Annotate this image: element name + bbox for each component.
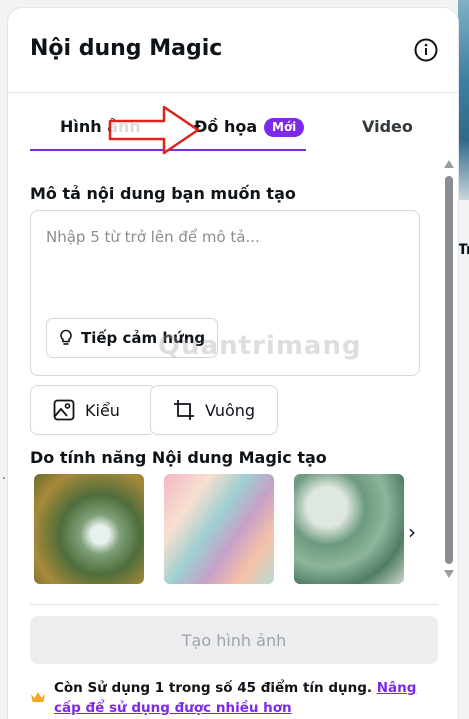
background-text: Tr — [458, 242, 469, 258]
info-icon[interactable] — [414, 38, 438, 62]
background-thumbnail — [458, 0, 469, 200]
tab-video[interactable]: Video — [362, 117, 413, 136]
crop-icon — [174, 400, 194, 420]
new-badge: Mới — [264, 118, 305, 137]
aspect-ratio-label: Vuông — [205, 400, 256, 420]
scroll-down-arrow[interactable] — [444, 570, 454, 578]
credits-text: Còn Sử dụng 1 trong số 45 điểm tín dụng. — [54, 680, 373, 696]
panel-title: Nội dung Magic — [30, 36, 223, 61]
image-icon — [53, 399, 75, 421]
example-thumbnail-dewdrop[interactable] — [34, 474, 144, 584]
scrollbar-thumb[interactable] — [445, 176, 453, 564]
tab-graphics[interactable]: Đồ họa — [194, 117, 257, 136]
footer-divider — [30, 604, 438, 605]
prompt-label: Mô tả nội dung bạn muốn tạo — [30, 184, 296, 203]
lightbulb-icon — [60, 329, 72, 345]
example-thumbnail-glass[interactable] — [164, 474, 274, 584]
watermark: Quantrimang — [158, 331, 362, 361]
style-label: Kiểu — [85, 400, 120, 420]
examples-label: Do tính năng Nội dung Magic tạo — [30, 448, 327, 467]
chevron-right-icon[interactable]: › — [408, 520, 416, 544]
example-thumbnail-marble[interactable] — [294, 474, 404, 584]
crown-icon — [31, 692, 45, 702]
generate-image-button[interactable]: Tạo hình ảnh — [30, 616, 438, 664]
red-arrow-annotation — [108, 105, 200, 155]
style-button[interactable]: Kiểu — [30, 385, 156, 435]
scroll-up-arrow[interactable] — [444, 160, 454, 168]
magic-content-panel: Nội dung Magic Hình ảnh Đồ họa Mới Video… — [8, 8, 458, 719]
header-divider — [8, 92, 458, 93]
prompt-placeholder: Nhập 5 từ trở lên để mô tả... — [46, 228, 260, 246]
aspect-ratio-button[interactable]: Vuông — [150, 385, 278, 435]
